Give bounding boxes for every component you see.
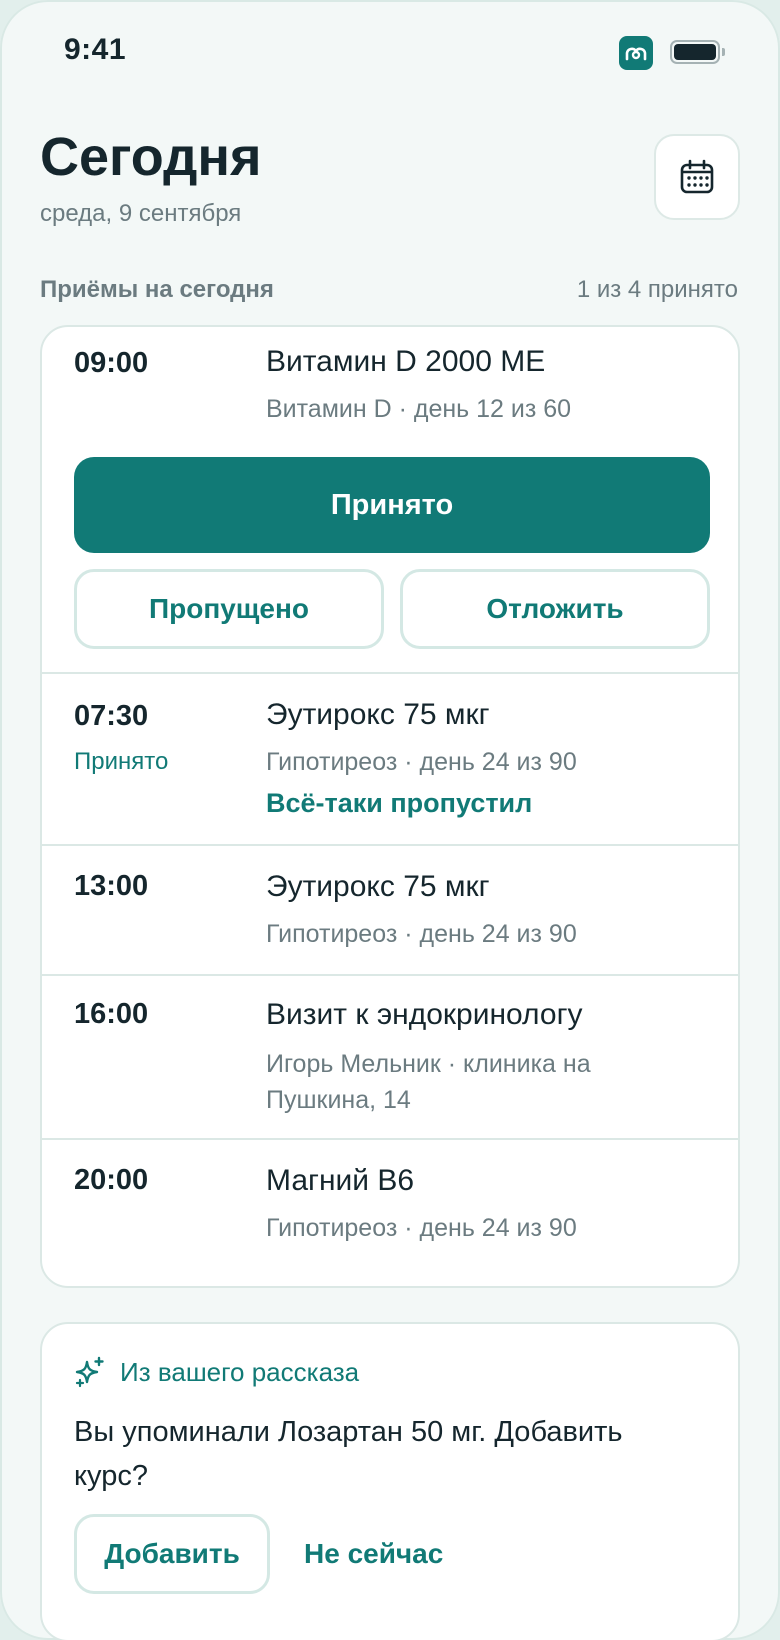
entry-subtitle: Гипотиреоз · день 24 из 90 bbox=[266, 920, 577, 948]
taken-count: 1 из 4 принято bbox=[576, 276, 738, 303]
sparkle-icon bbox=[75, 1356, 104, 1388]
battery-icon bbox=[670, 40, 725, 64]
entry-subtitle: Гипотиреоз · день 24 из 90 bbox=[266, 748, 577, 776]
calendar-icon bbox=[680, 159, 714, 194]
entry-time: 20:00 bbox=[74, 1164, 149, 1196]
app-screen: 9:41 Сегодня среда, 9 сентября Приёмы на… bbox=[0, 0, 780, 1640]
entry-time: 13:00 bbox=[74, 870, 149, 902]
active-dose-entry: 09:00 Витамин D 2000 МЕ Витамин D · день… bbox=[42, 327, 738, 672]
list-item[interactable]: 13:00 Эутирокс 75 мкг Гипотиреоз · день … bbox=[42, 844, 738, 974]
entry-title: Эутирокс 75 мкг bbox=[266, 698, 490, 731]
suggestion-label: Из вашего рассказа bbox=[120, 1356, 360, 1387]
not-now-button[interactable]: Не сейчас bbox=[304, 1514, 443, 1594]
entry-title: Витамин D 2000 МЕ bbox=[266, 345, 546, 378]
suggestion-text: Вы упоминали Лозартан 50 мг. Добавить ку… bbox=[74, 1416, 623, 1492]
entry-title: Магний B6 bbox=[266, 1164, 415, 1197]
entry-subtitle: Витамин D · день 12 из 60 bbox=[266, 395, 572, 423]
undo-skip-link[interactable]: Всё-таки пропустил bbox=[266, 788, 532, 819]
entry-status: Принято bbox=[74, 748, 169, 775]
status-time: 9:41 bbox=[64, 33, 127, 66]
section-label: Приёмы на сегодня bbox=[40, 276, 274, 303]
suggestion-card: Из вашего рассказа Вы упоминали Лозартан… bbox=[40, 1322, 740, 1640]
list-item[interactable]: 20:00 Магний B6 Гипотиреоз · день 24 из … bbox=[42, 1138, 738, 1286]
calendar-button[interactable] bbox=[654, 134, 740, 220]
entry-subtitle: Игорь Мельник · клиника на Пушкина, 14 bbox=[266, 1050, 591, 1114]
page-title: Сегодня bbox=[40, 127, 262, 187]
list-item[interactable]: 16:00 Визит к эндокринологу Игорь Мельни… bbox=[42, 974, 738, 1138]
app-badge-icon bbox=[619, 36, 653, 70]
missed-button[interactable]: Пропущено bbox=[74, 569, 384, 649]
page-date: среда, 9 сентября bbox=[40, 200, 242, 227]
postpone-button[interactable]: Отложить bbox=[400, 569, 710, 649]
taken-button[interactable]: Принято bbox=[74, 457, 710, 553]
list-item[interactable]: 07:30 Принято Эутирокс 75 мкг Гипотиреоз… bbox=[42, 672, 738, 844]
entry-title: Визит к эндокринологу bbox=[266, 998, 583, 1031]
schedule-card: 09:00 Витамин D 2000 МЕ Витамин D · день… bbox=[40, 325, 740, 1288]
entry-time: 16:00 bbox=[74, 998, 149, 1030]
entry-subtitle: Гипотиреоз · день 24 из 90 bbox=[266, 1214, 577, 1242]
add-course-button[interactable]: Добавить bbox=[74, 1514, 270, 1594]
entry-time: 07:30 bbox=[74, 700, 149, 732]
entry-title: Эутирокс 75 мкг bbox=[266, 870, 490, 903]
entry-time: 09:00 bbox=[74, 347, 149, 379]
